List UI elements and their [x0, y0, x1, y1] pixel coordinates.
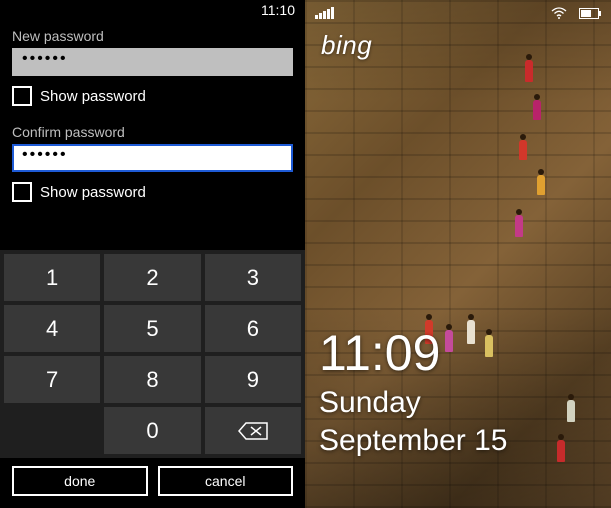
- numeric-keypad: 1 2 3 4 5 6 7 8 9 0: [0, 250, 305, 458]
- status-bar: 11:10: [0, 0, 305, 20]
- lock-day: Sunday: [319, 388, 421, 418]
- lock-date: September 15: [319, 426, 507, 456]
- wifi-icon: [551, 7, 567, 19]
- new-password-input[interactable]: ••••••: [12, 48, 293, 76]
- wallpaper-figure: [567, 400, 575, 422]
- wallpaper-figure: [485, 335, 493, 357]
- show-password-label-1: Show password: [40, 88, 146, 105]
- lock-time: 11:09: [319, 328, 440, 378]
- key-4[interactable]: 4: [4, 305, 100, 352]
- key-blank: [4, 407, 100, 454]
- wallpaper-figure: [519, 140, 527, 160]
- show-password-checkbox-1[interactable]: [12, 86, 32, 106]
- password-setup-screen: 11:10 New password •••••• Show password …: [0, 0, 305, 508]
- show-password-label-2: Show password: [40, 184, 146, 201]
- wallpaper-figure: [515, 215, 523, 237]
- password-form: New password •••••• Show password Confir…: [0, 20, 305, 250]
- key-5[interactable]: 5: [104, 305, 200, 352]
- key-0[interactable]: 0: [104, 407, 200, 454]
- key-8[interactable]: 8: [104, 356, 200, 403]
- key-1[interactable]: 1: [4, 254, 100, 301]
- wallpaper-figure: [445, 330, 453, 352]
- key-3[interactable]: 3: [205, 254, 301, 301]
- wallpaper-figure: [467, 320, 475, 344]
- wallpaper-figure: [537, 175, 545, 195]
- status-clock: 11:10: [261, 2, 295, 18]
- battery-icon: [579, 8, 601, 19]
- done-button[interactable]: done: [12, 466, 148, 496]
- confirm-password-label: Confirm password: [12, 124, 293, 140]
- backspace-icon: [238, 422, 268, 440]
- lock-screen[interactable]: bing 11:09 Sunday September 15: [305, 0, 611, 508]
- wallpaper-figure: [525, 60, 533, 82]
- confirm-password-input[interactable]: ••••••: [12, 144, 293, 172]
- status-bar: [305, 4, 611, 22]
- new-password-label: New password: [12, 28, 293, 44]
- show-password-checkbox-2[interactable]: [12, 182, 32, 202]
- wallpaper-figure: [557, 440, 565, 462]
- key-9[interactable]: 9: [205, 356, 301, 403]
- key-backspace[interactable]: [205, 407, 301, 454]
- key-2[interactable]: 2: [104, 254, 200, 301]
- action-buttons: done cancel: [0, 458, 305, 508]
- wallpaper-figure: [533, 100, 541, 120]
- key-7[interactable]: 7: [4, 356, 100, 403]
- cancel-button[interactable]: cancel: [158, 466, 294, 496]
- signal-icon: [315, 7, 334, 19]
- show-password-row-2[interactable]: Show password: [12, 182, 293, 202]
- bing-logo: bing: [321, 30, 372, 61]
- show-password-row-1[interactable]: Show password: [12, 86, 293, 106]
- key-6[interactable]: 6: [205, 305, 301, 352]
